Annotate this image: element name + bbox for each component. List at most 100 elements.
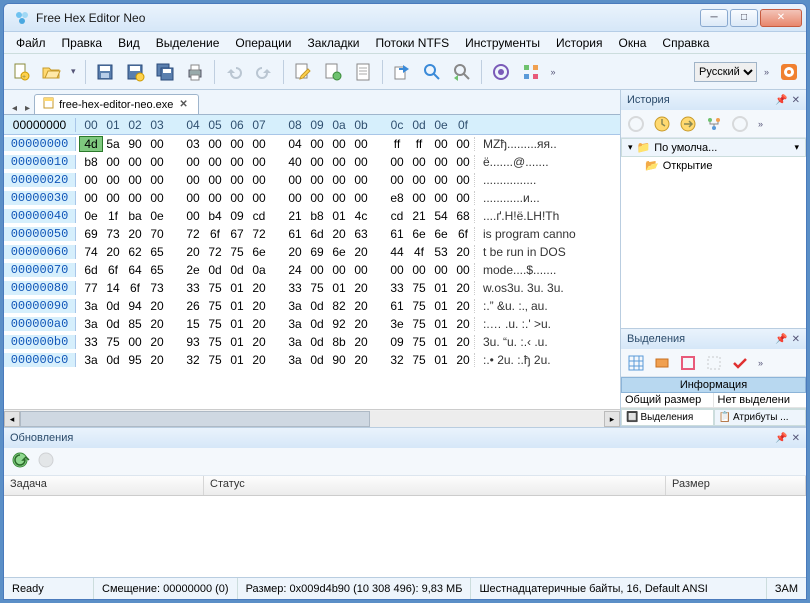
open-file-button[interactable] [38,59,64,85]
hex-row[interactable]: 0000005069732070726f6772616d2063616e6e6f… [4,225,620,243]
hex-byte[interactable]: 1f [102,209,124,223]
hex-byte[interactable]: 75 [204,299,226,313]
hex-byte[interactable]: 09 [226,209,248,223]
hex-body[interactable]: 000000004d5a90000300000004000000ffff0000… [4,135,620,409]
help-button[interactable] [776,59,802,85]
panel-close-icon[interactable]: ✕ [792,95,800,106]
panel-pin-icon[interactable]: 📌 [775,95,787,106]
hex-ascii[interactable]: ....ґ.Н!ё.LН!Th [474,209,604,223]
sel-range-icon[interactable] [651,352,673,374]
hex-byte[interactable]: 72 [182,227,204,241]
hex-byte[interactable]: 4f [408,245,430,259]
tab-selections[interactable]: 🔲 Выделения [621,409,714,426]
hex-byte[interactable]: 75 [204,317,226,331]
hex-byte[interactable]: 20 [452,299,474,313]
hex-byte[interactable]: 0d [102,317,124,331]
hex-row[interactable]: 00000010b8000000000000004000000000000000… [4,153,620,171]
hex-row[interactable]: 000000400e1fba0e00b409cd21b8014ccd215468… [4,207,620,225]
hex-byte[interactable]: 00 [452,155,474,169]
hex-byte[interactable]: 75 [306,281,328,295]
script-button[interactable] [320,59,346,85]
updates-close-icon[interactable]: ✕ [792,433,800,444]
hex-byte[interactable]: 74 [80,245,102,259]
hex-byte[interactable]: 20 [248,335,270,349]
hex-byte[interactable]: 00 [452,191,474,205]
hex-byte[interactable]: 0d [226,263,248,277]
hex-byte[interactable]: 3a [284,317,306,331]
scroll-right-icon[interactable]: ▸ [604,411,620,427]
hex-byte[interactable]: b4 [204,209,226,223]
hex-byte[interactable]: 20 [146,299,168,313]
hex-byte[interactable]: 00 [386,173,408,187]
hex-byte[interactable]: 20 [182,245,204,259]
hex-byte[interactable]: 6e [408,227,430,241]
hex-byte[interactable]: 6e [328,245,350,259]
hex-byte[interactable]: 73 [146,281,168,295]
print-button[interactable] [182,59,208,85]
goto-button[interactable] [449,59,475,85]
hex-byte[interactable]: 00 [430,137,452,151]
hex-byte[interactable]: 00 [306,263,328,277]
hex-byte[interactable]: 92 [328,317,350,331]
hex-row[interactable]: 000000706d6f64652e0d0d0a2400000000000000… [4,261,620,279]
col-size[interactable]: Размер [666,476,806,495]
hex-byte[interactable]: 75 [204,281,226,295]
sel-grid-icon[interactable] [625,352,647,374]
hex-byte[interactable]: 20 [248,317,270,331]
hex-byte[interactable]: 8b [328,335,350,349]
sel-dotted-icon[interactable] [703,352,725,374]
hex-byte[interactable]: 00 [146,155,168,169]
menu-ntfs-streams[interactable]: Потоки NTFS [367,34,457,52]
hex-byte[interactable]: 01 [430,317,452,331]
lang-overflow-icon[interactable]: » [761,67,772,77]
hex-byte[interactable]: 00 [226,137,248,151]
hex-byte[interactable]: 01 [226,299,248,313]
hex-byte[interactable]: 72 [204,245,226,259]
branch-collapse-icon[interactable]: ▾ [628,142,633,153]
find-button[interactable] [419,59,445,85]
hex-byte[interactable]: 75 [408,317,430,331]
history-default-branch[interactable]: ▾ 📁 По умолча... ▾ [621,138,806,157]
hex-byte[interactable]: 00 [350,263,372,277]
export-button[interactable] [389,59,415,85]
menu-history[interactable]: История [548,34,611,52]
hex-byte[interactable]: cd [386,209,408,223]
branch-dropdown-icon[interactable]: ▾ [794,142,799,153]
hex-byte[interactable]: 24 [284,263,306,277]
hex-byte[interactable]: 6f [124,281,146,295]
hex-byte[interactable]: 00 [328,137,350,151]
new-file-button[interactable]: + [8,59,34,85]
hex-byte[interactable]: 00 [182,209,204,223]
hex-byte[interactable]: 44 [386,245,408,259]
hex-byte[interactable]: 00 [284,191,306,205]
hex-byte[interactable]: 20 [146,353,168,367]
hex-byte[interactable]: 68 [452,209,474,223]
hex-byte[interactable]: 14 [102,281,124,295]
hex-byte[interactable]: 00 [102,191,124,205]
hex-byte[interactable]: 00 [306,137,328,151]
hex-byte[interactable]: 00 [430,263,452,277]
menu-operations[interactable]: Операции [227,34,299,52]
hex-byte[interactable]: 00 [430,155,452,169]
hex-byte[interactable]: 54 [430,209,452,223]
hex-byte[interactable]: 00 [328,191,350,205]
hex-byte[interactable]: 6f [452,227,474,241]
hex-byte[interactable]: 01 [430,281,452,295]
maximize-button[interactable]: □ [730,9,758,27]
hex-byte[interactable]: 00 [350,173,372,187]
hex-byte[interactable]: 90 [124,137,146,151]
hex-byte[interactable]: 01 [226,317,248,331]
hex-byte[interactable]: 20 [124,227,146,241]
hex-byte[interactable]: 0e [146,209,168,223]
hex-byte[interactable]: 4c [350,209,372,223]
hex-byte[interactable]: 93 [182,335,204,349]
hex-ascii[interactable]: w.os3u. 3u. 3u. [474,281,604,295]
hex-byte[interactable]: 0d [102,353,124,367]
horizontal-scrollbar[interactable]: ◂ ▸ [4,409,620,427]
hex-byte[interactable]: 20 [284,245,306,259]
hex-byte[interactable]: 65 [146,245,168,259]
hex-byte[interactable]: 00 [226,155,248,169]
hex-byte[interactable]: 04 [284,137,306,151]
scroll-thumb[interactable] [20,411,370,427]
hex-byte[interactable]: 3a [284,299,306,313]
